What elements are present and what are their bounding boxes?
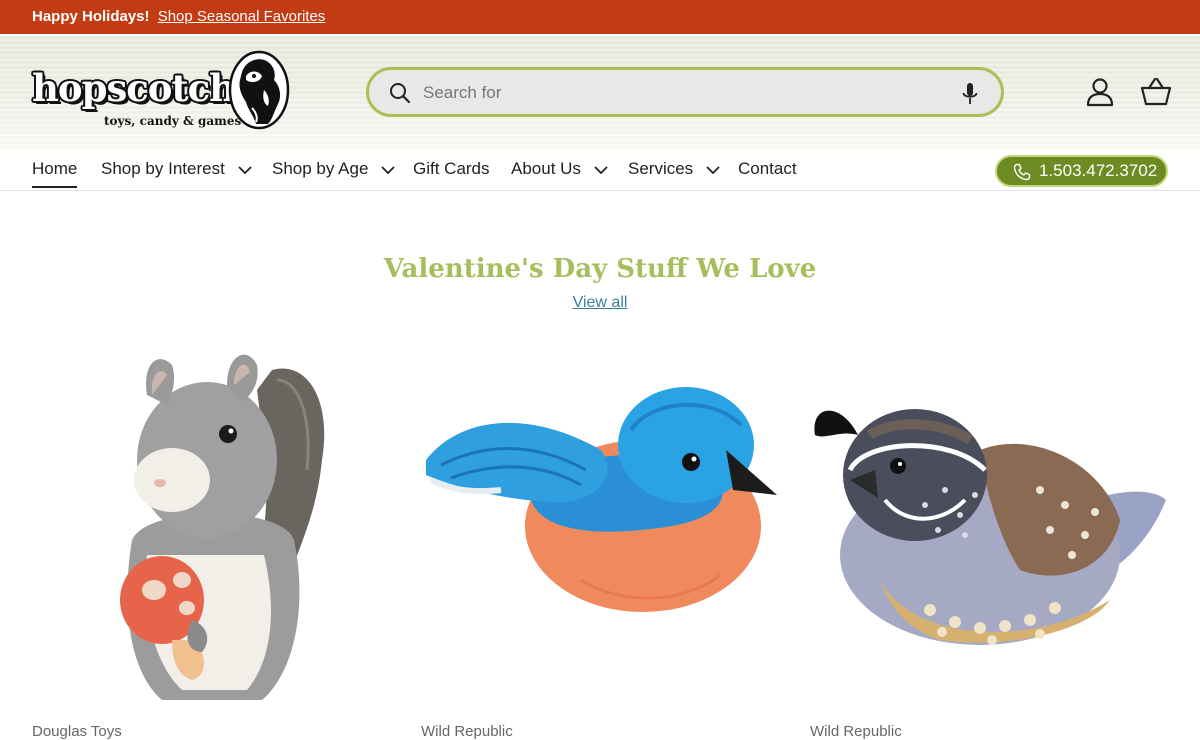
nav-item-contact[interactable]: Contact <box>738 158 797 188</box>
account-icon[interactable] <box>1084 76 1116 108</box>
site-logo[interactable]: hopscotch toys, candy & games <box>32 50 294 132</box>
nav-item-label: Shop by Interest <box>101 159 225 178</box>
view-all-container: View all <box>0 294 1200 312</box>
announcement-link[interactable]: Shop Seasonal Favorites <box>158 8 326 25</box>
announcement-text: Happy Holidays! <box>32 8 150 25</box>
microphone-icon[interactable] <box>961 82 979 106</box>
nav-item-shop-by-interest[interactable]: Shop by Interest <box>101 158 252 188</box>
chevron-down-icon <box>237 165 252 174</box>
logo-wordmark: hopscotch <box>32 66 236 110</box>
plush-quail-image[interactable] <box>810 340 1170 710</box>
product-vendor: Wild Republic <box>421 723 513 740</box>
nav-item-shop-by-age[interactable]: Shop by Age <box>272 158 395 188</box>
nav-item-label: Home <box>32 159 78 178</box>
dog-logo-icon <box>228 50 290 130</box>
nav-item-label: Shop by Age <box>272 159 369 178</box>
product-card[interactable]: Douglas Toys <box>32 340 392 740</box>
chevron-down-icon <box>706 165 720 174</box>
nav-item-home[interactable]: Home <box>32 158 78 188</box>
product-vendor: Douglas Toys <box>32 723 122 740</box>
nav-item-label: About Us <box>511 159 581 178</box>
section-title: Valentine's Day Stuff We Love <box>383 254 817 284</box>
nav-item-about-us[interactable]: About Us <box>511 158 608 188</box>
nav-item-services[interactable]: Services <box>628 158 720 188</box>
plush-squirrel-image[interactable] <box>32 340 392 710</box>
nav-item-label: Gift Cards <box>413 159 490 178</box>
product-card[interactable]: Wild Republic <box>810 340 1170 740</box>
phone-number: 1.503.472.3702 <box>1039 161 1158 180</box>
logo-tagline: toys, candy & games <box>104 114 242 128</box>
plush-bluebird-image[interactable] <box>421 340 781 710</box>
phone-icon <box>1013 163 1031 181</box>
phone-button[interactable]: 1.503.472.3702 <box>995 155 1168 187</box>
search-input[interactable] <box>423 76 923 110</box>
cart-icon[interactable] <box>1140 76 1172 108</box>
nav-item-label: Services <box>628 159 694 178</box>
nav-item-label: Contact <box>738 159 797 178</box>
product-card[interactable]: Wild Republic <box>421 340 781 740</box>
chevron-down-icon <box>594 165 608 174</box>
product-vendor: Wild Republic <box>810 723 902 740</box>
chevron-down-icon <box>381 165 395 174</box>
nav-item-gift-cards[interactable]: Gift Cards <box>413 158 490 188</box>
announcement-bar: Happy Holidays! Shop Seasonal Favorites <box>0 0 1200 34</box>
search-icon[interactable] <box>389 82 411 104</box>
view-all-link[interactable]: View all <box>573 294 628 311</box>
search-bar[interactable] <box>366 67 1004 117</box>
